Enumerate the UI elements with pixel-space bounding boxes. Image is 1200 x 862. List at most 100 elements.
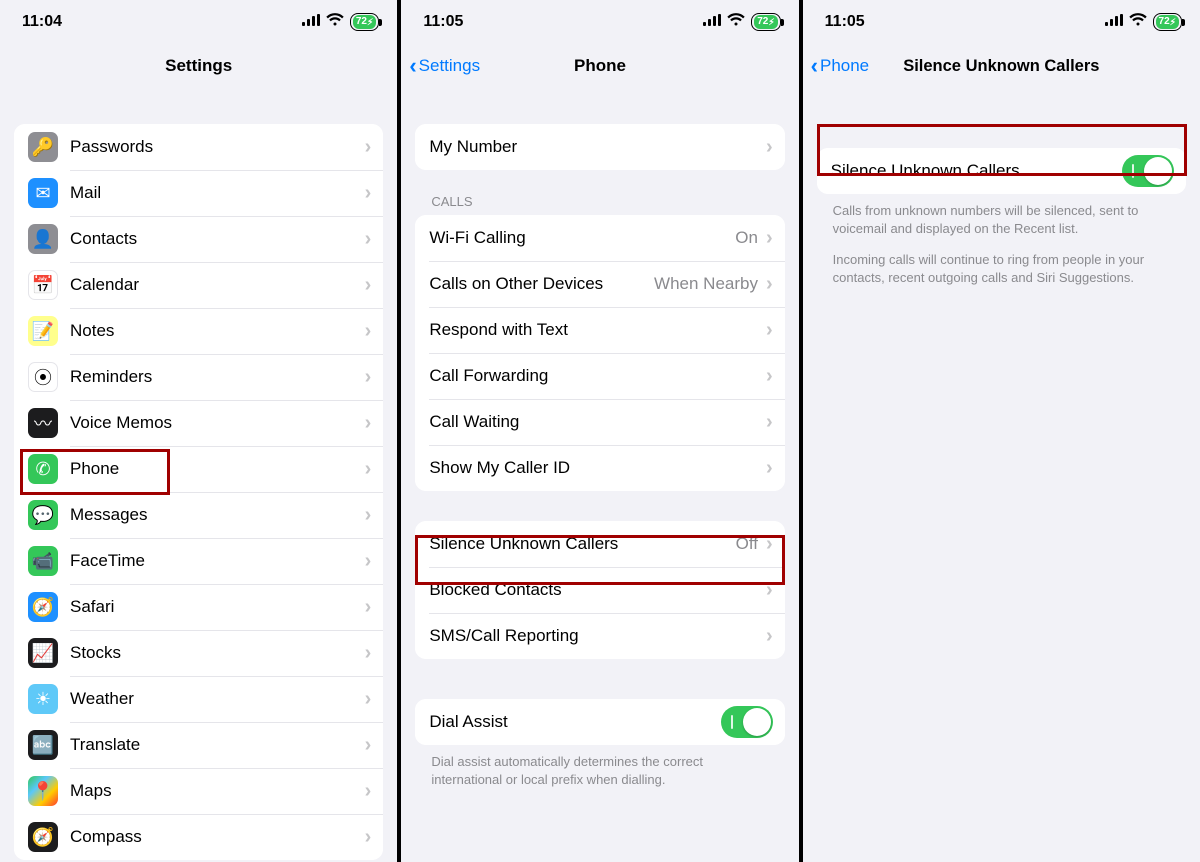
settings-row-weather[interactable]: ☀︎Weather›	[14, 676, 383, 722]
chevron-right-icon: ›	[365, 367, 372, 387]
settings-row-compass[interactable]: 🧭 Compass›	[14, 814, 383, 860]
row-label: Voice Memos	[70, 413, 365, 433]
row-respond-with-text[interactable]: Respond with Text›	[415, 307, 784, 353]
status-time: 11:05	[423, 13, 463, 31]
chevron-right-icon: ›	[766, 228, 773, 248]
chevron-right-icon: ›	[365, 229, 372, 249]
row-label: Wi-Fi Calling	[429, 228, 735, 248]
notes-icon: 📝	[28, 316, 58, 346]
screen-silence-unknown: 11:05 72⚡︎ ‹ Phone Silence Unknown Calle…	[803, 0, 1200, 862]
chevron-right-icon: ›	[766, 412, 773, 432]
row-dial-assist[interactable]: Dial Assist	[415, 699, 784, 745]
settings-row-mail[interactable]: ✉︎ Mail›	[14, 170, 383, 216]
weather-icon: ☀︎	[28, 684, 58, 714]
chevron-right-icon: ›	[766, 534, 773, 554]
row-value: When Nearby	[654, 274, 758, 294]
chevron-right-icon: ›	[365, 827, 372, 847]
battery-icon: 72⚡︎	[751, 13, 780, 31]
cellular-icon	[703, 13, 721, 31]
chevron-right-icon: ›	[365, 597, 372, 617]
row-call-forwarding[interactable]: Call Forwarding›	[415, 353, 784, 399]
chevron-right-icon: ›	[365, 137, 372, 157]
back-label: Phone	[820, 56, 869, 76]
toggle-silence-unknown[interactable]	[1122, 155, 1174, 187]
phone-icon: ✆	[28, 454, 58, 484]
toggle-dial-assist[interactable]	[721, 706, 773, 738]
group-silence: Silence Unknown Callers	[817, 148, 1186, 194]
row-wi-fi-calling[interactable]: Wi-Fi CallingOn›	[415, 215, 784, 261]
silence-content: Silence Unknown Callers Calls from unkno…	[803, 88, 1200, 862]
row-show-my-caller-id[interactable]: Show My Caller ID›	[415, 445, 784, 491]
settings-list[interactable]: 🔑Passwords›✉︎Mail›👤Contacts›📅Calendar›📝N…	[0, 88, 397, 862]
group-dial-assist: Dial Assist	[415, 699, 784, 745]
messages-icon: 💬	[28, 500, 58, 530]
phone-settings-content[interactable]: My Number › CALLS Wi-Fi CallingOn›Calls …	[401, 88, 798, 862]
settings-row-messages[interactable]: 💬 Messages›	[14, 492, 383, 538]
row-label: Calls on Other Devices	[429, 274, 654, 294]
row-call-waiting[interactable]: Call Waiting›	[415, 399, 784, 445]
group-footer: Dial assist automatically determines the…	[431, 753, 768, 788]
settings-row-maps[interactable]: 📍Maps›	[14, 768, 383, 814]
wifi-icon	[1129, 13, 1147, 31]
row-silence-unknown-callers[interactable]: Silence Unknown CallersOff ›	[415, 521, 784, 567]
settings-row-facetime[interactable]: 📹FaceTime›	[14, 538, 383, 584]
safari-icon: 🧭	[28, 592, 58, 622]
settings-row-calendar[interactable]: 📅Calendar›	[14, 262, 383, 308]
chevron-left-icon: ‹	[409, 55, 416, 77]
settings-row-voice-memos[interactable]: 〰Voice Memos›	[14, 400, 383, 446]
row-silence-toggle[interactable]: Silence Unknown Callers	[817, 148, 1186, 194]
chevron-right-icon: ›	[766, 137, 773, 157]
row-sms-call-reporting[interactable]: SMS/Call Reporting›	[415, 613, 784, 659]
maps-icon: 📍	[28, 776, 58, 806]
chevron-right-icon: ›	[766, 320, 773, 340]
row-label: SMS/Call Reporting	[429, 626, 766, 646]
status-icons: 72⚡︎	[703, 13, 780, 31]
mail-icon: ✉︎	[28, 178, 58, 208]
compass-icon: 🧭	[28, 822, 58, 852]
row-label: Messages	[70, 505, 365, 525]
settings-row-translate[interactable]: 🔤Translate›	[14, 722, 383, 768]
row-label: Calendar	[70, 275, 365, 295]
settings-row-phone[interactable]: ✆Phone›	[14, 446, 383, 492]
settings-row-contacts[interactable]: 👤Contacts›	[14, 216, 383, 262]
back-button[interactable]: ‹ Settings	[409, 55, 480, 77]
settings-row-stocks[interactable]: 📈Stocks›	[14, 630, 383, 676]
row-label: Mail	[70, 183, 365, 203]
row-label: Passwords	[70, 137, 365, 157]
row-label: Silence Unknown Callers	[429, 534, 735, 554]
wifi-icon	[326, 13, 344, 31]
cellular-icon	[1105, 13, 1123, 31]
row-calls-on-other-devices[interactable]: Calls on Other DevicesWhen Nearby›	[415, 261, 784, 307]
status-icons: 72⚡︎	[1105, 13, 1182, 31]
screen-settings: 11:04 72⚡︎ Settings 🔑Passwords›✉︎Mail›👤C…	[0, 0, 397, 862]
settings-row-reminders[interactable]: ⦿Reminders›	[14, 354, 383, 400]
chevron-right-icon: ›	[365, 505, 372, 525]
chevron-left-icon: ‹	[811, 55, 818, 77]
battery-icon: 72⚡︎	[1153, 13, 1182, 31]
row-label: Weather	[70, 689, 365, 709]
reminders-icon: ⦿	[28, 362, 58, 392]
chevron-right-icon: ›	[766, 626, 773, 646]
group-footer: Calls from unknown numbers will be silen…	[833, 202, 1170, 237]
row-label: Silence Unknown Callers	[831, 161, 1122, 181]
group-calls: Wi-Fi CallingOn›Calls on Other DevicesWh…	[415, 215, 784, 491]
row-label: Blocked Contacts	[429, 580, 766, 600]
row-value: Off	[736, 534, 758, 554]
row-label: Phone	[70, 459, 365, 479]
status-time: 11:05	[825, 13, 865, 31]
row-label: Show My Caller ID	[429, 458, 766, 478]
row-blocked-contacts[interactable]: Blocked Contacts›	[415, 567, 784, 613]
row-label: Compass	[70, 827, 365, 847]
row-label: Call Forwarding	[429, 366, 766, 386]
row-label: Translate	[70, 735, 365, 755]
back-button[interactable]: ‹ Phone	[811, 55, 870, 77]
settings-row-passwords[interactable]: 🔑Passwords›	[14, 124, 383, 170]
screen-phone: 11:05 72⚡︎ ‹ Settings Phone My Number ›	[401, 0, 798, 862]
row-my-number[interactable]: My Number ›	[415, 124, 784, 170]
settings-row-safari[interactable]: 🧭Safari›	[14, 584, 383, 630]
row-label: Dial Assist	[429, 712, 720, 732]
chevron-right-icon: ›	[365, 183, 372, 203]
nav-bar: ‹ Phone Silence Unknown Callers	[803, 44, 1200, 88]
row-label: FaceTime	[70, 551, 365, 571]
settings-row-notes[interactable]: 📝Notes›	[14, 308, 383, 354]
